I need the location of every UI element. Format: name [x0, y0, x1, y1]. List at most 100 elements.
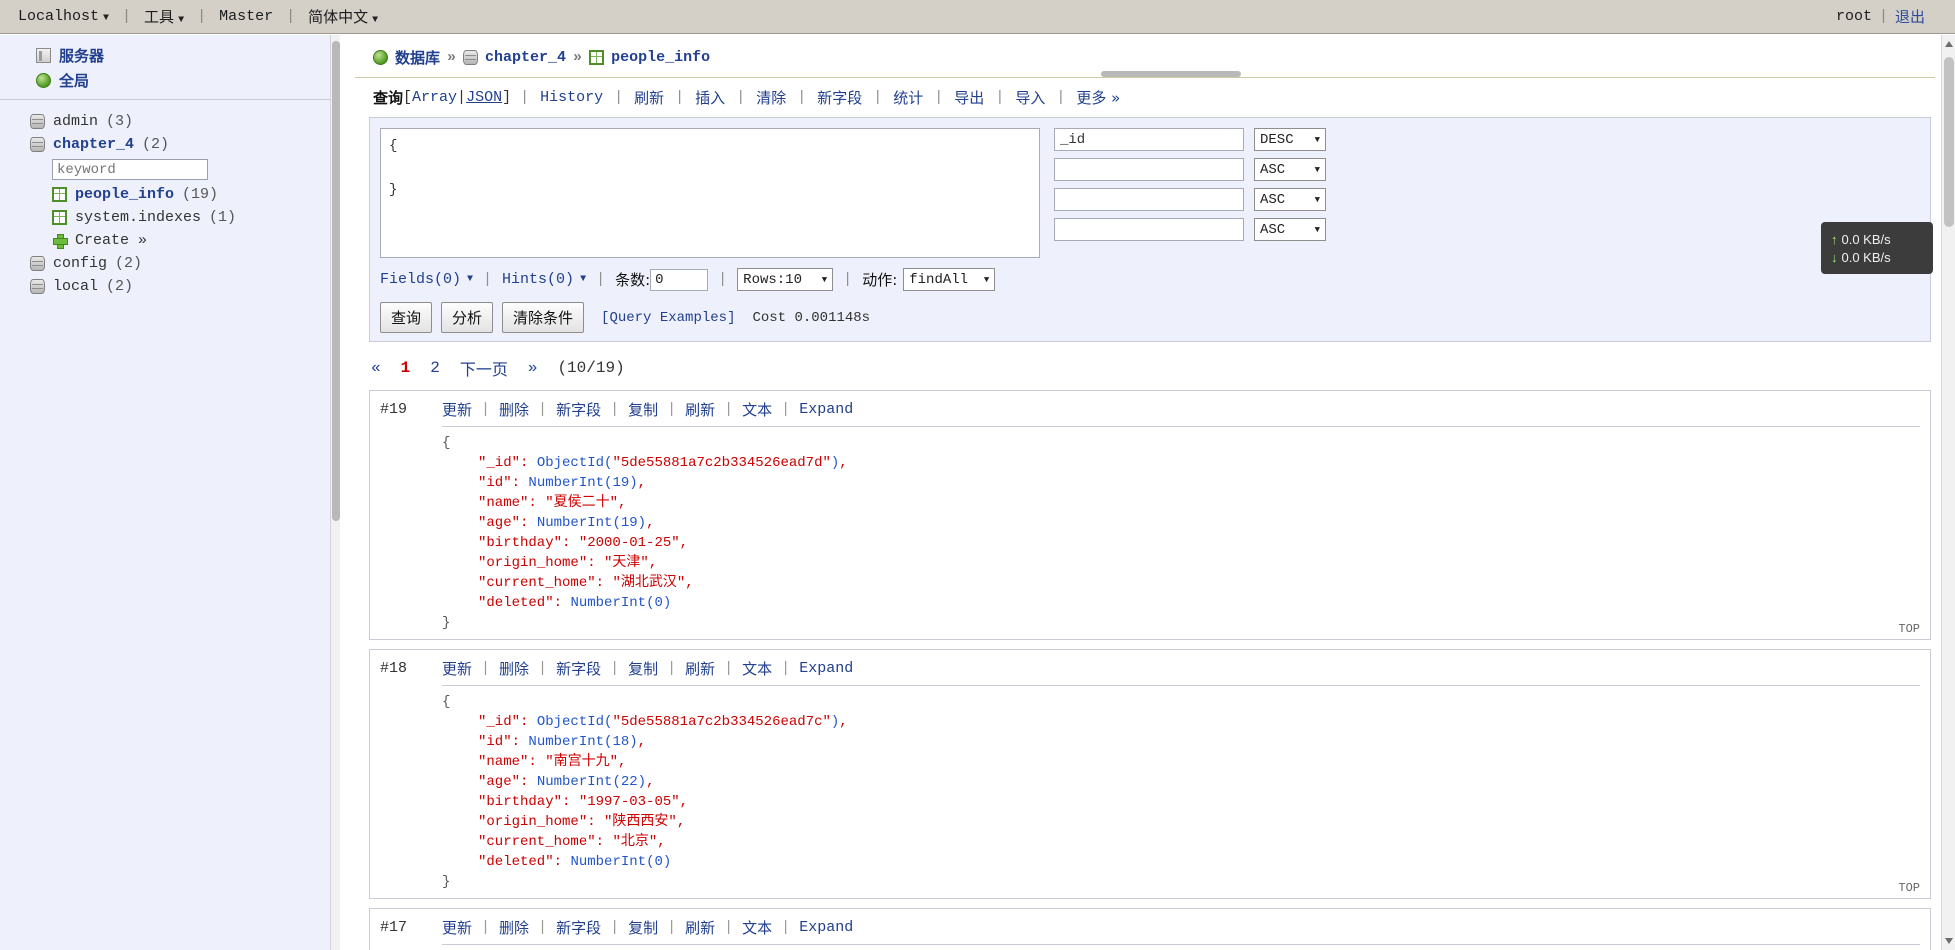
- record-refresh-link[interactable]: 刷新: [685, 658, 715, 679]
- sidebar-item-admin[interactable]: admin (3): [30, 110, 339, 133]
- toolbar-refresh[interactable]: 刷新: [632, 87, 666, 108]
- record-text-link[interactable]: 文本: [742, 917, 772, 938]
- sidebar-item-people-info[interactable]: people_info (19): [30, 183, 339, 206]
- record-duplicate-link[interactable]: 复制: [628, 399, 658, 420]
- sort-field-input-2[interactable]: [1054, 158, 1244, 181]
- page-scrollbar-thumb[interactable]: [1944, 57, 1954, 227]
- toolbar-import[interactable]: 导入: [1013, 87, 1047, 108]
- fields-dropdown[interactable]: Fields(0): [380, 271, 461, 288]
- breadcrumb-separator: »: [447, 49, 457, 66]
- record-text-link[interactable]: 文本: [742, 399, 772, 420]
- sidebar-scrollbar[interactable]: [330, 35, 340, 950]
- sidebar-item-local[interactable]: local (2): [30, 275, 339, 298]
- scroll-down-arrow-icon[interactable]: [1945, 938, 1953, 944]
- sidebar-item-system-indexes[interactable]: system.indexes (1): [30, 206, 339, 229]
- record-new-field-link[interactable]: 新字段: [556, 917, 601, 938]
- query-row: { } DESC ▼ ASC ▼: [380, 128, 1920, 258]
- pagination-page-1[interactable]: 1: [401, 359, 411, 377]
- toolbar-more[interactable]: 更多 »: [1074, 87, 1122, 108]
- sidebar-create-collection[interactable]: Create »: [30, 229, 339, 252]
- rows-select[interactable]: Rows:10 ▼: [737, 268, 834, 291]
- breadcrumb-database[interactable]: chapter_4: [485, 49, 566, 66]
- record-update-link[interactable]: 更新: [442, 917, 472, 938]
- record-duplicate-link[interactable]: 复制: [628, 917, 658, 938]
- json-value: "5de55881a7c2b334526ead7d": [612, 455, 831, 471]
- record-refresh-link[interactable]: 刷新: [685, 399, 715, 420]
- clear-conditions-button[interactable]: 清除条件: [502, 302, 585, 333]
- action-select[interactable]: findAll ▼: [903, 268, 996, 291]
- sort-order-select-4[interactable]: ASC ▼: [1254, 218, 1326, 241]
- breadcrumb-root[interactable]: 数据库: [395, 47, 440, 68]
- pagination-page-2[interactable]: 2: [430, 359, 440, 377]
- toolbar-query-label[interactable]: 查询: [373, 87, 403, 108]
- tools-menu[interactable]: 工具 ▼: [138, 6, 190, 27]
- sort-field-input-3[interactable]: [1054, 188, 1244, 211]
- toolbar-array-link[interactable]: Array: [412, 89, 457, 106]
- host-menu[interactable]: Localhost ▼: [12, 8, 115, 25]
- sort-order-select-2[interactable]: ASC ▼: [1254, 158, 1326, 181]
- scroll-up-arrow-icon[interactable]: [1945, 41, 1953, 47]
- sort-order-select-3[interactable]: ASC ▼: [1254, 188, 1326, 211]
- sidebar-item-chapter4[interactable]: chapter_4 (2): [30, 133, 339, 156]
- scroll-to-top-link[interactable]: TOP: [1898, 622, 1920, 636]
- scroll-to-top-link[interactable]: TOP: [1898, 881, 1920, 895]
- horizontal-scrollbar-thumb[interactable]: [1101, 71, 1241, 77]
- toolbar-stats[interactable]: 统计: [891, 87, 925, 108]
- pagination-last[interactable]: »: [528, 359, 538, 377]
- record-refresh-link[interactable]: 刷新: [685, 917, 715, 938]
- toolbar-new-field[interactable]: 新字段: [815, 87, 864, 108]
- toolbar-divider: |: [520, 89, 530, 106]
- arrow-up-icon: ↑: [1831, 231, 1838, 247]
- chevron-down-icon: ▼: [1314, 134, 1320, 145]
- analyze-button[interactable]: 分析: [441, 302, 494, 333]
- record-expand-link[interactable]: Expand: [799, 919, 853, 936]
- record-new-field-link[interactable]: 新字段: [556, 399, 601, 420]
- breadcrumb-collection[interactable]: people_info: [611, 49, 710, 66]
- toolbar-json-link[interactable]: JSON: [466, 89, 502, 106]
- globe-icon: [373, 50, 388, 65]
- search-button[interactable]: 查询: [380, 302, 433, 333]
- sidebar-item-config[interactable]: config (2): [30, 252, 339, 275]
- sidebar-scrollbar-thumb[interactable]: [332, 41, 340, 521]
- language-menu[interactable]: 简体中文 ▼: [302, 6, 384, 27]
- sidebar-item-global[interactable]: 全局: [36, 68, 339, 93]
- record-new-field-link[interactable]: 新字段: [556, 658, 601, 679]
- toolbar-clear[interactable]: 清除: [754, 87, 788, 108]
- sort-field-input-1[interactable]: [1054, 128, 1244, 151]
- json-value: "南宫十九": [545, 754, 619, 770]
- toolbar-insert[interactable]: 插入: [693, 87, 727, 108]
- record-expand-link[interactable]: Expand: [799, 401, 853, 418]
- record-delete-link[interactable]: 删除: [499, 399, 529, 420]
- pagination-next[interactable]: 下一页: [460, 356, 508, 380]
- toolbar-export[interactable]: 导出: [952, 87, 986, 108]
- record-update-link[interactable]: 更新: [442, 399, 472, 420]
- logout-link[interactable]: 退出: [1895, 6, 1925, 27]
- query-examples-link[interactable]: [Query Examples]: [593, 310, 735, 326]
- sidebar-item-server[interactable]: 服务器: [36, 43, 339, 68]
- count-input[interactable]: [650, 268, 709, 291]
- json-value: "2000-01-25": [578, 535, 680, 551]
- sort-order-select-1[interactable]: DESC ▼: [1254, 128, 1326, 151]
- action-label: 动作:: [862, 271, 898, 289]
- json-field: "id": NumberInt(19),: [478, 475, 647, 491]
- json-key: "name": [478, 495, 529, 511]
- record-update-link[interactable]: 更新: [442, 658, 472, 679]
- sort-row-4: ASC ▼: [1054, 218, 1326, 241]
- record-delete-link[interactable]: 删除: [499, 658, 529, 679]
- record-expand-link[interactable]: Expand: [799, 660, 853, 677]
- sort-field-input-4[interactable]: [1054, 218, 1244, 241]
- record-text-link[interactable]: 文本: [742, 658, 772, 679]
- page-scrollbar[interactable]: [1941, 35, 1955, 950]
- database-icon: [30, 137, 45, 152]
- record-delete-link[interactable]: 删除: [499, 917, 529, 938]
- collection-toolbar: 查询 [ Array | JSON ] | History | 刷新 | 插入 …: [355, 78, 1941, 117]
- json-comma: ,: [657, 834, 666, 850]
- keyword-filter-input[interactable]: [52, 159, 208, 180]
- record-duplicate-link[interactable]: 复制: [628, 658, 658, 679]
- plus-icon: [52, 233, 68, 249]
- toolbar-history[interactable]: History: [538, 89, 605, 106]
- query-textarea[interactable]: { }: [380, 128, 1040, 258]
- record-divider: [442, 685, 1920, 686]
- pagination-first[interactable]: «: [371, 359, 381, 377]
- hints-dropdown[interactable]: Hints(0): [502, 271, 574, 288]
